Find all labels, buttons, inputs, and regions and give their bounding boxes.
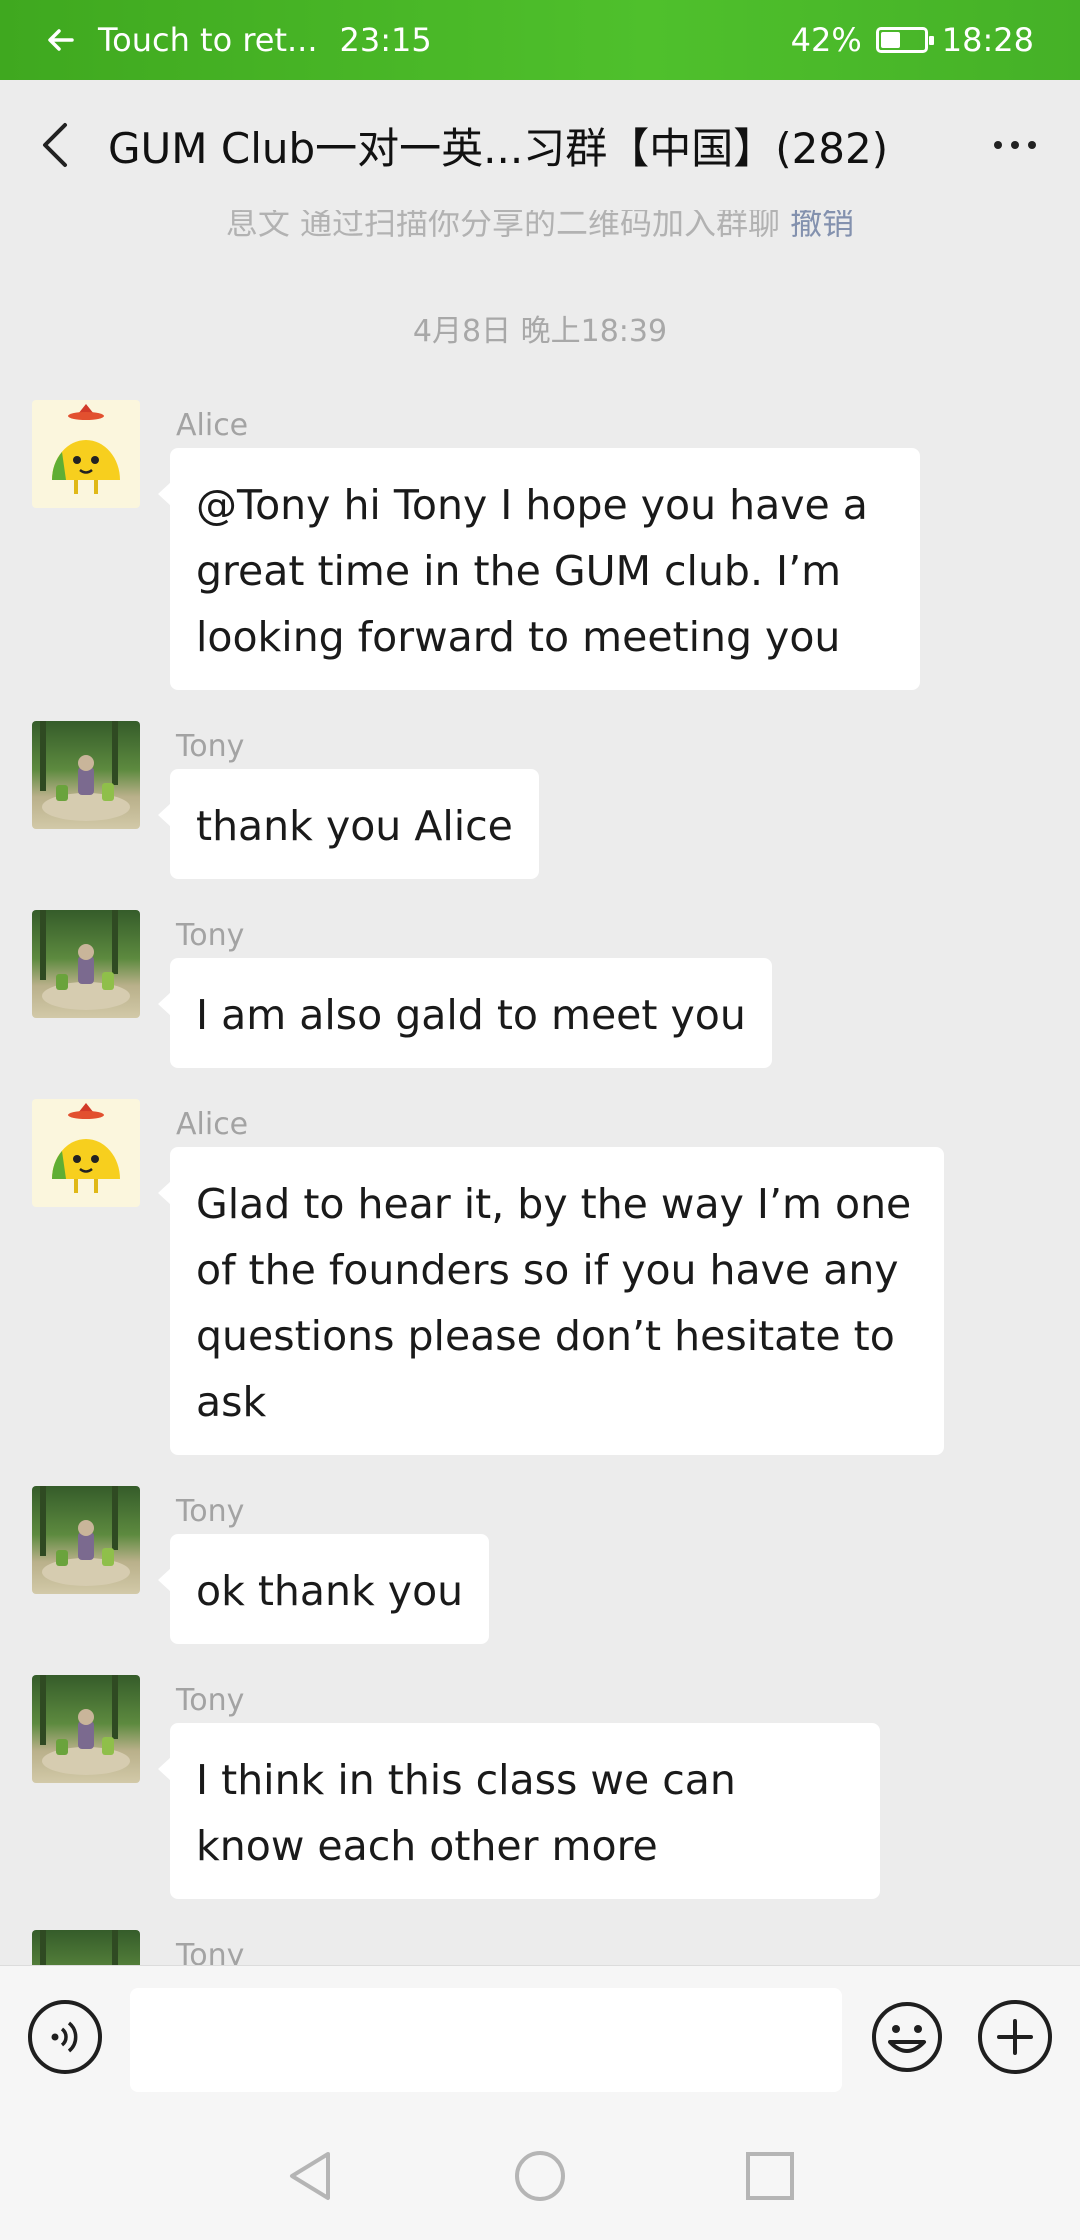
more-functions-button[interactable]: [978, 2000, 1052, 2074]
battery-icon: [875, 27, 934, 53]
voice-input-button[interactable]: [28, 2000, 102, 2074]
sender-name: Tony: [176, 1683, 245, 1718]
back-button[interactable]: [0, 80, 110, 210]
garden-photo-icon: [40, 1486, 130, 1586]
message-bubble[interactable]: thank you Alice: [158, 769, 539, 879]
sender-name: Alice: [176, 408, 249, 443]
garden-photo-avatar[interactable]: [32, 1675, 140, 1783]
garden-photo-avatar[interactable]: [32, 910, 140, 1018]
nav-recents-button[interactable]: [738, 2144, 802, 2208]
system-nav-bar: [0, 2110, 1080, 2240]
message-bubble[interactable]: I think in this class we can know each o…: [158, 1723, 880, 1899]
message-input[interactable]: [130, 1988, 842, 2092]
plus-icon: [997, 2019, 1033, 2055]
more-options-button[interactable]: [950, 80, 1080, 210]
message-bubble[interactable]: I am also gald to meet you: [158, 958, 772, 1068]
smiley-icon: [872, 2002, 942, 2072]
circle-home-icon: [515, 2151, 565, 2201]
return-to-call[interactable]: Touch to ret... 23:15: [46, 21, 432, 59]
chat-title: GUM Club一对一英...习群【中国】(282): [108, 123, 889, 173]
sender-name: Tony: [176, 918, 245, 953]
garden-photo-icon: [40, 721, 130, 821]
message-bubble[interactable]: @Tony hi Tony I hope you have a great ti…: [158, 448, 920, 690]
garden-photo-icon: [40, 1930, 118, 1965]
message-bubble[interactable]: Glad to hear it, by the way I’m one of t…: [158, 1147, 944, 1455]
battery-percent: 42%: [790, 21, 862, 59]
voice-icon: [51, 2021, 78, 2053]
message-timestamp: 4月8日 晚上18:39: [412, 314, 668, 349]
nav-home-button[interactable]: [508, 2144, 572, 2208]
taco-icon: [52, 1103, 120, 1193]
revoke-link[interactable]: 撤销: [790, 210, 854, 242]
nav-back-button[interactable]: [278, 2144, 342, 2208]
arrow-left-icon: [48, 29, 74, 51]
taco-icon: [52, 404, 120, 494]
sender-name: Tony: [176, 1938, 245, 1965]
system-note-text: 息文 通过扫描你分享的二维码加入群聊: [225, 210, 780, 242]
dot-icon: [1028, 141, 1036, 149]
emoji-button[interactable]: [870, 2000, 944, 2074]
battery-fill: [880, 32, 901, 48]
sender-name: Alice: [176, 1107, 249, 1142]
garden-photo-avatar[interactable]: [32, 1486, 140, 1594]
taco-avatar[interactable]: [32, 400, 140, 508]
status-indicators: 42% 18:28: [791, 21, 1034, 59]
message-bubble[interactable]: ok thank you: [157, 1534, 490, 1644]
garden-photo-icon: [40, 910, 130, 1010]
status-bar: Touch to ret... 23:15 42% 18:28: [0, 0, 1080, 80]
return-to-call-label: Touch to ret...: [98, 21, 318, 59]
garden-photo-icon: [40, 1675, 130, 1775]
taco-avatar[interactable]: [32, 1099, 140, 1207]
garden-photo-avatar[interactable]: [32, 1930, 140, 1965]
input-bar: [0, 1965, 1080, 2110]
title-bar: GUM Club一对一英...习群【中国】(282): [0, 80, 1080, 210]
clock: 18:28: [941, 21, 1034, 59]
call-time: 23:15: [339, 21, 432, 59]
chat-area[interactable]: 息文 通过扫描你分享的二维码加入群聊 撤销 4月8日 晚上18:39 Alice…: [0, 210, 1080, 1965]
square-recents-icon: [746, 2152, 794, 2200]
chevron-left-icon: [43, 123, 67, 167]
garden-photo-avatar[interactable]: [32, 721, 140, 829]
triangle-back-icon: [290, 2152, 330, 2200]
system-note: 息文 通过扫描你分享的二维码加入群聊 撤销: [0, 210, 1080, 244]
sender-name: Tony: [176, 729, 245, 764]
sender-name: Tony: [176, 1494, 245, 1529]
dot-icon: [994, 141, 1002, 149]
dot-icon: [1011, 141, 1019, 149]
